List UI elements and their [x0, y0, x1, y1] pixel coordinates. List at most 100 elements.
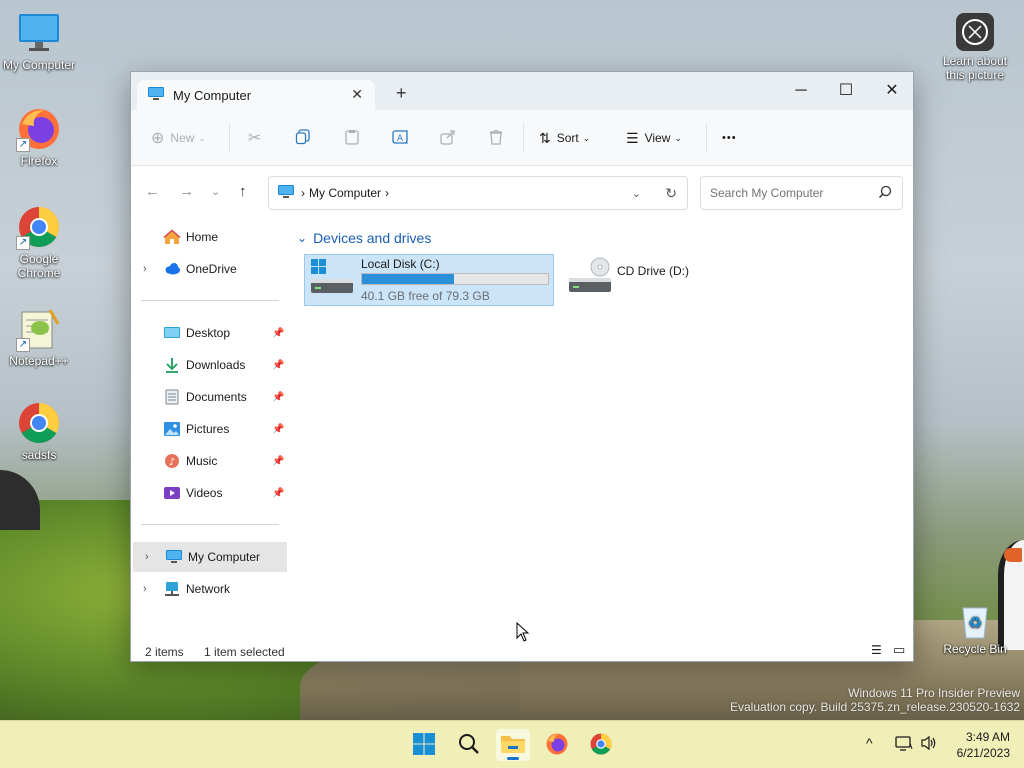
cut-button[interactable]: ✂ [248, 126, 261, 150]
desktop-icon-label: sadsfs [21, 448, 57, 462]
network-status-icon[interactable] [895, 735, 913, 754]
shortcut-arrow-icon: ↗ [16, 138, 30, 152]
desktop-icon-sadsfs[interactable]: sadsfs [0, 400, 78, 462]
camera-lens-icon [955, 12, 995, 52]
refresh-icon[interactable]: ↻ [665, 185, 677, 202]
drive-cd-d[interactable]: CD Drive (D:) [563, 254, 763, 306]
sidebar-item-network[interactable]: › Network [131, 574, 287, 604]
rename-button[interactable]: A [392, 126, 410, 150]
scissors-icon: ✂ [248, 130, 262, 147]
copy-button[interactable] [295, 126, 311, 150]
monitor-icon [147, 86, 165, 105]
more-options-label: ••• [722, 132, 737, 144]
share-icon [440, 129, 456, 148]
recycle-bin-icon: ♻ [955, 600, 995, 640]
windows-logo-icon [412, 732, 436, 759]
new-button[interactable]: ⊕ New ⌄ [151, 126, 206, 150]
close-window-button[interactable]: ✕ [877, 78, 907, 104]
folder-icon [500, 733, 526, 758]
new-tab-button[interactable]: + [396, 84, 407, 102]
desktop-icon-google-chrome[interactable]: ↗ Google Chrome [0, 204, 78, 280]
back-arrow-icon[interactable]: ← [145, 183, 160, 200]
minimize-button[interactable]: ─ [786, 78, 816, 104]
sidebar-item-home[interactable]: Home [131, 222, 287, 252]
file-explorer-window[interactable]: My Computer ✕ + ─ ☐ ✕ ⊕ New ⌄ ✂ A ⇅ Sort… [130, 71, 914, 662]
hard-drive-icon [309, 257, 355, 300]
sidebar-item-label: Pictures [186, 422, 230, 436]
sidebar-item-downloads[interactable]: Downloads 📌 [131, 350, 287, 380]
sidebar-item-desktop[interactable]: Desktop 📌 [131, 318, 287, 348]
address-bar[interactable]: › My Computer › ⌄ ↻ [268, 176, 688, 210]
title-bar[interactable]: My Computer ✕ + ─ ☐ ✕ [131, 72, 913, 110]
picture-icon [163, 421, 181, 437]
home-icon [163, 229, 181, 245]
pin-icon: 📌 [272, 391, 285, 403]
breadcrumb-my-computer[interactable]: My Computer [309, 186, 381, 200]
taskbar-search-button[interactable] [452, 729, 486, 761]
toolbar-divider [523, 124, 524, 152]
group-header-label: Devices and drives [313, 230, 432, 246]
sidebar-item-pictures[interactable]: Pictures 📌 [131, 414, 287, 444]
sidebar-item-onedrive[interactable]: › OneDrive [131, 254, 287, 284]
volume-icon[interactable] [920, 735, 938, 754]
search-box[interactable]: Search My Computer [700, 176, 903, 210]
taskbar-file-explorer[interactable] [496, 729, 530, 761]
tiles-view-icon[interactable]: ▭ [893, 642, 905, 658]
drive-name: CD Drive (D:) [617, 264, 689, 278]
desktop-icon-firefox[interactable]: ↗ Firefox [0, 106, 78, 168]
address-dropdown-chevron-icon[interactable]: ⌄ [632, 187, 641, 200]
show-hidden-icons-chevron-icon[interactable]: ^ [866, 735, 873, 751]
sidebar-item-videos[interactable]: Videos 📌 [131, 478, 287, 508]
desktop-icon-label: My Computer [2, 58, 76, 72]
drive-usage-bar [361, 273, 549, 285]
more-options-button[interactable]: ••• [722, 126, 737, 150]
file-list-pane[interactable]: ⌄ Devices and drives Local Disk (C:) 40.… [291, 218, 911, 638]
chevron-right-icon[interactable]: › [143, 583, 147, 595]
drive-local-disk-c[interactable]: Local Disk (C:) 40.1 GB free of 79.3 GB [304, 254, 554, 306]
new-button-label: New [170, 131, 195, 145]
evaluation-watermark: Windows 11 Pro Insider Preview Evaluatio… [730, 686, 1020, 714]
paste-button[interactable] [344, 126, 360, 150]
svg-text:A: A [397, 134, 404, 144]
sidebar-item-my-computer[interactable]: › My Computer [133, 542, 287, 572]
navigation-bar: ← → ⌄ ↑ › My Computer › ⌄ ↻ Search My Co… [131, 166, 913, 218]
chevron-right-icon[interactable]: › [145, 551, 149, 563]
chevron-right-icon[interactable]: › [143, 263, 147, 275]
recent-locations-chevron-icon[interactable]: ⌄ [211, 185, 220, 198]
details-view-icon[interactable]: ☰ [871, 643, 882, 657]
taskbar-firefox[interactable] [540, 729, 574, 761]
sidebar-item-label: Downloads [186, 358, 246, 372]
desktop-icon-recycle-bin[interactable]: ♻ Recycle Bin [936, 600, 1014, 656]
chrome-icon [589, 732, 613, 759]
group-header-devices-and-drives[interactable]: ⌄ Devices and drives [297, 230, 431, 246]
sidebar-item-label: Music [186, 454, 218, 468]
document-icon [163, 389, 181, 405]
wallpaper-dark-rock [0, 470, 40, 530]
chevron-down-icon: ⌄ [297, 231, 308, 245]
sidebar-item-label: Documents [186, 390, 247, 404]
sidebar-item-documents[interactable]: Documents 📌 [131, 382, 287, 412]
sort-button[interactable]: ⇅ Sort ⌄ [539, 126, 590, 150]
monitor-icon [16, 10, 62, 56]
start-button[interactable] [407, 729, 441, 761]
search-input[interactable]: Search My Computer [710, 186, 823, 200]
maximize-button[interactable]: ☐ [831, 78, 861, 104]
sort-button-label: Sort [556, 131, 579, 145]
taskbar-chrome[interactable] [584, 729, 618, 761]
sidebar-item-music[interactable]: ♪ Music 📌 [131, 446, 287, 476]
desktop-icon-notepad-plus-plus[interactable]: ↗ Notepad++ [0, 306, 78, 368]
system-clock[interactable]: 3:49 AM 6/21/2023 [957, 729, 1010, 761]
desktop-icon-my-computer[interactable]: My Computer [0, 10, 78, 72]
shortcut-arrow-icon: ↗ [16, 236, 30, 250]
delete-button[interactable] [488, 126, 504, 150]
close-tab-icon[interactable]: ✕ [351, 86, 363, 103]
up-arrow-icon[interactable]: ↑ [239, 183, 247, 200]
desktop-icon-learn-about-this-picture[interactable]: Learn about this picture [936, 12, 1014, 82]
share-button[interactable] [440, 126, 456, 150]
cloud-icon [163, 261, 181, 277]
tab-my-computer[interactable]: My Computer ✕ [137, 80, 375, 110]
desktop-icon-label: Recycle Bin [943, 642, 1007, 656]
forward-arrow-icon[interactable]: → [179, 183, 194, 200]
view-button[interactable]: ☰ View ⌄ [626, 126, 682, 150]
search-icon[interactable] [878, 185, 892, 202]
